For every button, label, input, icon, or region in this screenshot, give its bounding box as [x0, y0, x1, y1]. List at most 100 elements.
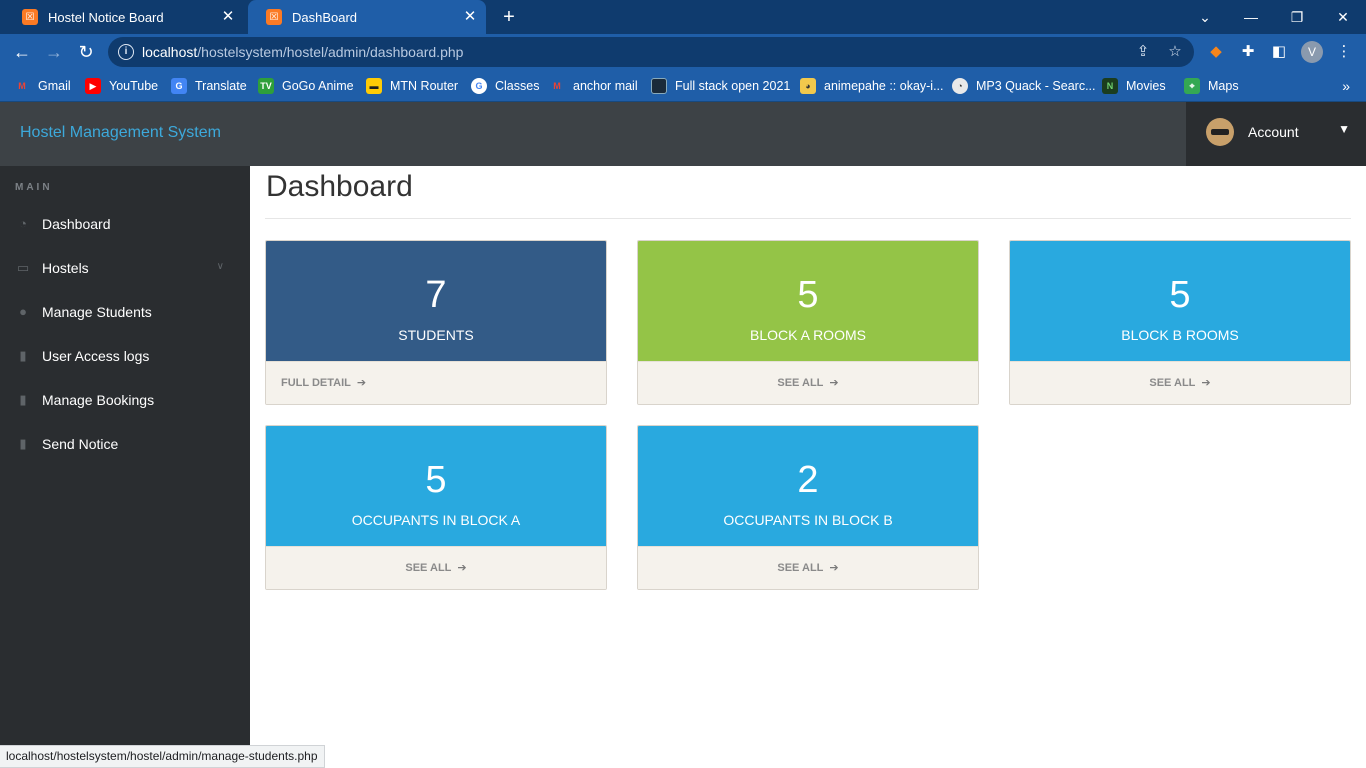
tab-hostel-notice-board[interactable]: ☒ Hostel Notice Board ✕: [4, 0, 244, 34]
account-menu[interactable]: Account ▼: [1186, 102, 1366, 166]
bookmark-maps[interactable]: ⌖ Maps: [1184, 76, 1239, 96]
sidebar: MAIN ◔ Dashboard ▭ Hostels ∨ ● Manage St…: [0, 166, 250, 768]
site-info-icon[interactable]: i: [118, 44, 134, 60]
restore-icon[interactable]: ❐: [1284, 4, 1310, 30]
file-icon: ▮: [19, 348, 27, 363]
sidebar-item-label: Manage Students: [42, 304, 152, 320]
sidebar-item-manage-bookings[interactable]: ▮ Manage Bookings: [0, 378, 250, 422]
close-window-icon[interactable]: ✕: [1330, 4, 1356, 30]
tab-title: Hostel Notice Board: [48, 9, 164, 25]
arrow-right-icon: ➔: [457, 562, 467, 574]
see-all-link[interactable]: SEE ALL ➔: [1010, 361, 1350, 404]
gmail-icon: M: [553, 81, 561, 91]
bookmark-gmail[interactable]: M Gmail: [14, 76, 70, 96]
app-header: Hostel Management System Account ▼: [0, 102, 1366, 166]
stat-label: STUDENTS: [398, 327, 474, 343]
google-icon: G: [471, 78, 487, 94]
close-tab-icon[interactable]: ✕: [462, 9, 478, 25]
see-all-link[interactable]: SEE ALL ➔: [266, 546, 606, 589]
sidebar-item-hostels[interactable]: ▭ Hostels ∨: [0, 246, 250, 290]
sidebar-item-send-notice[interactable]: ▮ Send Notice: [0, 422, 250, 466]
brand-title[interactable]: Hostel Management System: [20, 124, 221, 142]
tab-title: DashBoard: [292, 9, 358, 25]
bookmark-movies[interactable]: N Movies: [1102, 76, 1166, 96]
stat-label: BLOCK A ROOMS: [750, 327, 866, 343]
avatar: [1206, 118, 1234, 146]
bookmark-gogo-anime[interactable]: TV GoGo Anime: [258, 76, 354, 96]
xampp-icon: ☒: [22, 9, 38, 25]
stat-value: 5: [797, 274, 819, 316]
more-bookmarks-icon[interactable]: »: [1342, 76, 1350, 96]
reload-icon[interactable]: ↻: [74, 40, 98, 64]
bookmark-mtn-router[interactable]: ▬ MTN Router: [366, 76, 458, 96]
arrow-right-icon: ➔: [829, 562, 839, 574]
stat-card-panel: 2 OCCUPANTS IN BLOCK B: [638, 426, 978, 546]
link-status-bar: localhost/hostelsystem/hostel/admin/mana…: [0, 745, 325, 768]
browser-toolbar: ← → ↻ i localhost/hostelsystem/hostel/ad…: [0, 34, 1366, 70]
stat-card-students: 7 STUDENTS FULL DETAIL ➔: [265, 240, 607, 405]
fullstack-icon: [651, 78, 667, 94]
stat-card-occupants-block-a: 5 OCCUPANTS IN BLOCK A SEE ALL ➔: [265, 425, 607, 590]
arrow-right-icon: ➔: [1201, 377, 1211, 389]
arrow-right-icon: ➔: [829, 377, 839, 389]
browser-tab-bar: ☒ Hostel Notice Board ✕ ☒ DashBoard ✕ + …: [0, 0, 1366, 34]
stat-value: 7: [425, 274, 447, 316]
stat-label: BLOCK B ROOMS: [1121, 327, 1239, 343]
full-detail-link[interactable]: FULL DETAIL ➔: [266, 361, 606, 404]
minimize-icon[interactable]: —: [1238, 4, 1264, 30]
stat-card-panel: 5 BLOCK B ROOMS: [1010, 241, 1350, 361]
see-all-link[interactable]: SEE ALL ➔: [638, 546, 978, 589]
stat-card-panel: 5 BLOCK A ROOMS: [638, 241, 978, 361]
chevron-down-icon: ∨: [216, 261, 224, 272]
gmail-icon: M: [18, 81, 26, 91]
account-label: Account: [1248, 124, 1299, 140]
bookmark-star-icon[interactable]: ☆: [1165, 42, 1185, 62]
bookmark-translate[interactable]: G Translate: [171, 76, 247, 96]
address-bar[interactable]: i localhost/hostelsystem/hostel/admin/da…: [108, 37, 1194, 67]
tab-search-icon[interactable]: ⌄: [1192, 4, 1218, 30]
address-url[interactable]: localhost/hostelsystem/hostel/admin/dash…: [142, 44, 463, 60]
side-panel-icon[interactable]: ◧: [1268, 41, 1290, 63]
stat-value: 5: [425, 459, 447, 501]
stat-label: OCCUPANTS IN BLOCK A: [351, 512, 521, 528]
bookmark-full-stack-open[interactable]: Full stack open 2021: [651, 76, 790, 96]
router-icon: ▬: [366, 78, 382, 94]
stat-card-panel: 7 STUDENTS: [266, 241, 606, 361]
metamask-icon[interactable]: ◆: [1205, 41, 1227, 63]
duck-icon: ◔: [952, 78, 968, 94]
bookmark-animepahe[interactable]: ◕ animepahe :: okay-i...: [800, 76, 944, 96]
dashboard-icon: ◔: [19, 216, 27, 231]
sidebar-item-dashboard[interactable]: ◔ Dashboard: [0, 202, 250, 246]
chevron-down-icon: ▼: [1338, 122, 1350, 136]
share-icon[interactable]: ⇪: [1133, 42, 1153, 62]
menu-icon[interactable]: ⋮: [1333, 41, 1355, 63]
sidebar-item-user-access-logs[interactable]: ▮ User Access logs: [0, 334, 250, 378]
bookmark-classes[interactable]: G Classes: [471, 76, 539, 96]
bookmark-mp3-quack[interactable]: ◔ MP3 Quack - Searc...: [952, 76, 1095, 96]
tab-dashboard[interactable]: ☒ DashBoard ✕: [248, 0, 486, 34]
sidebar-item-manage-students[interactable]: ● Manage Students: [0, 290, 250, 334]
stat-card-panel: 5 OCCUPANTS IN BLOCK A: [266, 426, 606, 546]
stat-value: 2: [797, 459, 819, 501]
close-tab-icon[interactable]: ✕: [220, 9, 236, 25]
file-icon: ▮: [19, 436, 27, 451]
see-all-link[interactable]: SEE ALL ➔: [638, 361, 978, 404]
sidebar-item-label: Dashboard: [42, 216, 111, 232]
sidebar-item-label: Send Notice: [42, 436, 119, 452]
movies-icon: N: [1102, 78, 1118, 94]
page-title: Dashboard: [266, 170, 413, 203]
stat-card-block-b-rooms: 5 BLOCK B ROOMS SEE ALL ➔: [1009, 240, 1351, 405]
stat-card-occupants-block-b: 2 OCCUPANTS IN BLOCK B SEE ALL ➔: [637, 425, 979, 590]
desktop-icon: ▭: [16, 260, 30, 275]
back-icon[interactable]: ←: [10, 40, 34, 64]
extensions-icon[interactable]: ✚: [1237, 41, 1259, 63]
gogoanime-icon: TV: [258, 78, 274, 94]
new-tab-button[interactable]: +: [498, 6, 520, 28]
forward-icon[interactable]: →: [42, 40, 66, 64]
bookmark-anchor-mail[interactable]: Manchor mail: [549, 76, 637, 96]
profile-avatar[interactable]: V: [1301, 41, 1323, 63]
youtube-icon: ▶: [85, 78, 101, 94]
bookmark-youtube[interactable]: ▶ YouTube: [85, 76, 158, 96]
sidebar-item-label: User Access logs: [42, 348, 150, 364]
file-icon: ▮: [19, 392, 27, 407]
